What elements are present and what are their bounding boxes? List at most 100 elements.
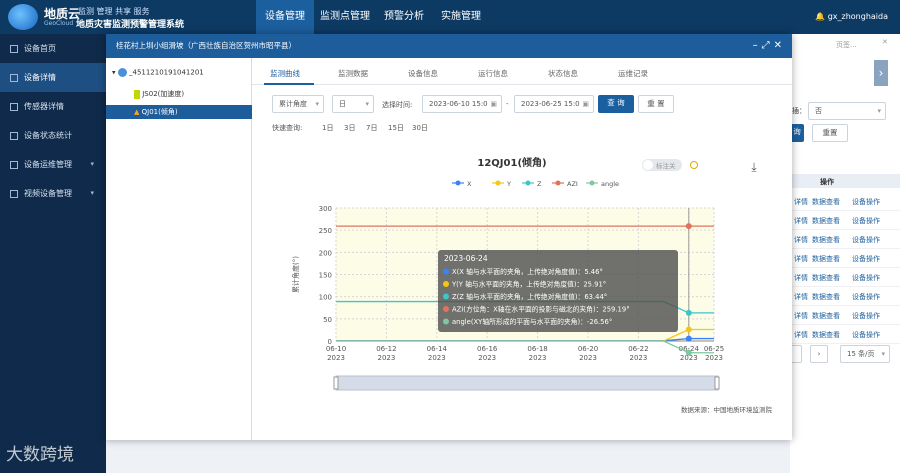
series-point-Z[interactable]: [685, 309, 692, 316]
legend-marker-angle[interactable]: [589, 180, 595, 186]
legend-label-angle[interactable]: angle: [601, 180, 619, 188]
x-tick-label: 06-14: [427, 345, 448, 353]
sidebar-item-sensor-detail[interactable]: 传感器详情: [0, 92, 106, 121]
bg-row-link[interactable]: 设备操作: [852, 311, 880, 321]
zoom-slider[interactable]: [335, 375, 719, 391]
start-date-input[interactable]: 2023-06-10 15:0 ▣: [422, 95, 502, 113]
bg-row-link[interactable]: 详情: [794, 254, 808, 264]
tab-run-info[interactable]: 运行信息: [478, 68, 508, 79]
bg-row-link[interactable]: 设备操作: [852, 235, 880, 245]
x-tick-year: 2023: [428, 354, 446, 362]
bg-search-button[interactable]: 询: [790, 124, 804, 142]
sensor-icon: [10, 102, 18, 111]
zoom-handle-right[interactable]: [714, 376, 720, 390]
close-icon[interactable]: ✕: [882, 38, 888, 46]
sidebar-item-maintenance[interactable]: 设备运维管理 ▾: [0, 150, 106, 179]
minimize-icon[interactable]: –: [753, 40, 762, 51]
user-menu[interactable]: 🔔 gx_zhonghaida: [815, 0, 888, 34]
bg-row-link[interactable]: 数据查看: [812, 197, 840, 207]
label-toggle-knob[interactable]: [643, 160, 653, 170]
legend-marker-Z[interactable]: [525, 180, 531, 186]
nav-monitor-point[interactable]: 监测点管理: [314, 0, 376, 34]
series-point-AZI[interactable]: [685, 223, 692, 230]
bg-row-link[interactable]: 详情: [794, 273, 808, 283]
username: gx_zhonghaida: [827, 12, 888, 21]
series-point-X[interactable]: [685, 335, 692, 342]
detail-content: 监测曲线 监测数据 设备信息 运行信息 状态信息 运维记录 累计角度 ▾ 日 ▾ 选…: [252, 58, 792, 440]
sidebar: 设备首页 设备详情 传感器详情 设备状态统计 设备运维管理 ▾ 视频设备管理 ▾: [0, 34, 106, 473]
chevron-right-icon[interactable]: ›: [874, 60, 888, 86]
tree-node-js02[interactable]: JS02(加速度): [134, 89, 184, 99]
tree-node-qj01[interactable]: ▲ QJ01(倾角): [106, 105, 252, 119]
legend-marker-X[interactable]: [455, 180, 461, 186]
x-tick-label: 06-16: [477, 345, 498, 353]
bell-icon[interactable]: 🔔: [815, 12, 828, 21]
query-button[interactable]: 查 询: [598, 95, 634, 113]
quick-1d[interactable]: 1日: [322, 123, 333, 133]
bg-row-link[interactable]: 设备操作: [852, 292, 880, 302]
legend-marker-AZI[interactable]: [555, 180, 561, 186]
quick-7d[interactable]: 7日: [366, 123, 377, 133]
info-icon[interactable]: [690, 161, 698, 169]
nav-implementation[interactable]: 实施管理: [432, 0, 490, 34]
bg-row-link[interactable]: 设备操作: [852, 330, 880, 340]
sidebar-item-video[interactable]: 视频设备管理 ▾: [0, 179, 106, 208]
sidebar-item-status-stats[interactable]: 设备状态统计: [0, 121, 106, 150]
nav-warning-analysis[interactable]: 预警分析: [376, 0, 432, 34]
bg-row-link[interactable]: 设备操作: [852, 197, 880, 207]
bg-row-link[interactable]: 详情: [794, 292, 808, 302]
quick-3d[interactable]: 3日: [344, 123, 355, 133]
bg-select[interactable]: 否 ▾: [808, 102, 886, 120]
sidebar-item-device-home[interactable]: 设备首页: [0, 34, 106, 63]
legend-label-AZI[interactable]: AZI: [567, 180, 578, 188]
metric-select[interactable]: 累计角度 ▾: [272, 95, 324, 113]
series-point-angle[interactable]: [685, 349, 692, 356]
tab-status-info[interactable]: 状态信息: [548, 68, 578, 79]
bg-row-link[interactable]: 数据查看: [812, 330, 840, 340]
bg-reset-button[interactable]: 重置: [812, 124, 848, 142]
bg-row-link[interactable]: 详情: [794, 235, 808, 245]
nav-device-management[interactable]: 设备管理: [256, 0, 314, 34]
bg-row-link[interactable]: 设备操作: [852, 273, 880, 283]
legend-label-X[interactable]: X: [467, 180, 472, 188]
tab-device-info[interactable]: 设备信息: [408, 68, 438, 79]
zoom-handle-left[interactable]: [333, 376, 339, 390]
bg-row-link[interactable]: 数据查看: [812, 292, 840, 302]
bg-row-link[interactable]: 数据查看: [812, 216, 840, 226]
geocloud-logo: [8, 4, 38, 30]
legend-label-Z[interactable]: Z: [537, 180, 542, 188]
bg-page-size[interactable]: 15 条/页 ▾: [840, 345, 890, 363]
settings-icon: [10, 131, 18, 140]
period-select[interactable]: 日 ▾: [332, 95, 374, 113]
end-date-input[interactable]: 2023-06-25 15:0 ▣: [514, 95, 594, 113]
close-icon[interactable]: ✕: [774, 40, 786, 51]
fullscreen-icon[interactable]: ⤢: [762, 40, 774, 51]
bg-row-link[interactable]: 详情: [794, 216, 808, 226]
bg-row-link[interactable]: 数据查看: [812, 254, 840, 264]
bg-row-link[interactable]: 数据查看: [812, 273, 840, 283]
bg-tab: 页签...: [836, 41, 857, 49]
download-icon[interactable]: ⤓: [751, 160, 757, 174]
reset-button[interactable]: 重 置: [638, 95, 674, 113]
bg-row-link[interactable]: 详情: [794, 197, 808, 207]
bg-row-link[interactable]: 数据查看: [812, 311, 840, 321]
tab-data[interactable]: 监测数据: [338, 68, 368, 79]
bg-row-link[interactable]: 详情: [794, 330, 808, 340]
series-point-Y[interactable]: [685, 326, 692, 333]
legend-marker-Y[interactable]: [495, 180, 501, 186]
sidebar-item-device-detail[interactable]: 设备详情: [0, 63, 106, 92]
bg-row-link[interactable]: 设备操作: [852, 216, 880, 226]
tree-root[interactable]: ▾ _4511210191041201: [112, 68, 204, 77]
x-tick-label: 06-22: [628, 345, 648, 353]
legend-label-Y[interactable]: Y: [506, 180, 511, 188]
tooltip-marker-AZI: [443, 306, 449, 312]
tab-maintenance[interactable]: 运维记录: [618, 68, 648, 79]
bg-row-link[interactable]: 数据查看: [812, 235, 840, 245]
quick-30d[interactable]: 30日: [412, 123, 428, 133]
bg-row-link[interactable]: 设备操作: [852, 254, 880, 264]
tab-curve[interactable]: 监测曲线: [270, 68, 300, 79]
home-icon: [10, 44, 18, 53]
bg-pager-next[interactable]: ›: [810, 345, 828, 363]
quick-15d[interactable]: 15日: [388, 123, 404, 133]
bg-row-link[interactable]: 详情: [794, 311, 808, 321]
